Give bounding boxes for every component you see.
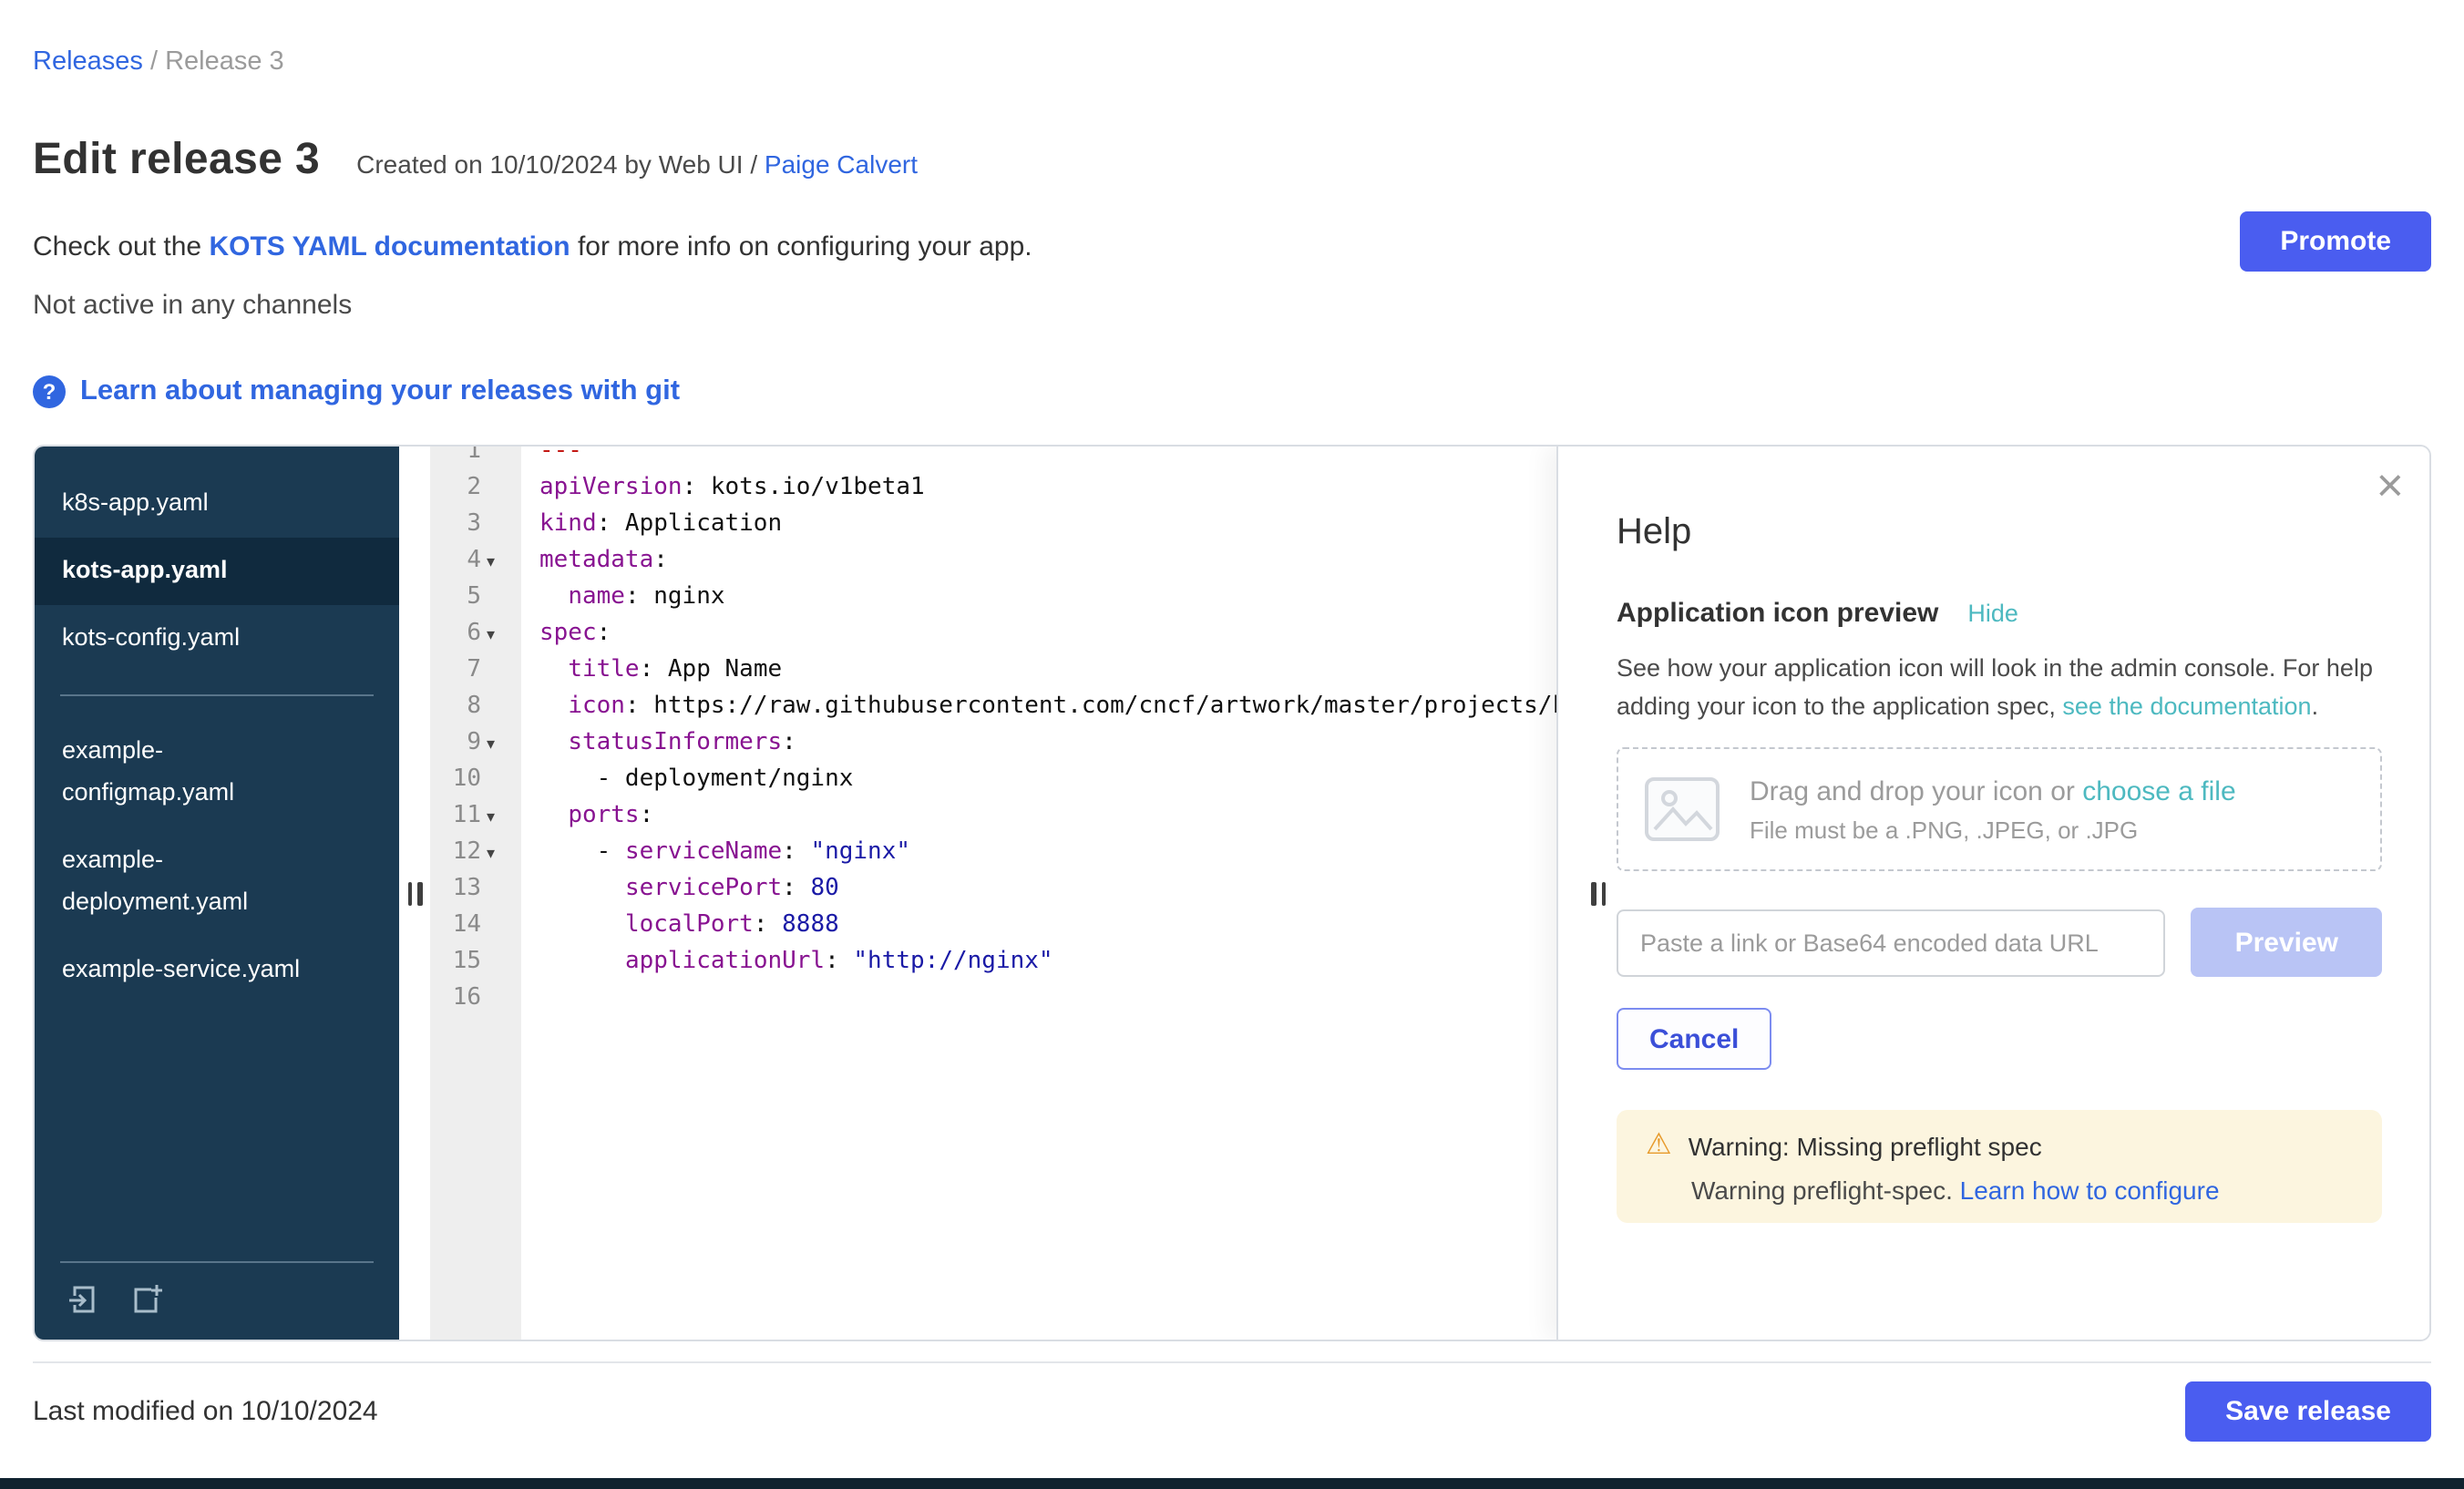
icon-url-input[interactable] — [1617, 909, 2166, 976]
file-tree-item[interactable]: example-configmap.yaml — [35, 718, 341, 827]
editor-gutter: 1234▾56▾789▾1011▾12▾13141516 — [430, 447, 521, 1340]
grip-bar — [407, 881, 412, 905]
code-line[interactable]: spec: — [539, 616, 1556, 652]
file-group-2: example-configmap.yamlexample-deployment… — [35, 718, 399, 1003]
breadcrumb-releases-link[interactable]: Releases — [33, 47, 143, 77]
import-file-icon[interactable] — [66, 1281, 102, 1318]
promote-button[interactable]: Promote — [2240, 211, 2431, 272]
file-tree-item[interactable]: kots-config.yaml — [35, 605, 341, 673]
breadcrumb: Releases / Release 3 — [33, 47, 2431, 77]
created-by-link[interactable]: Paige Calvert — [765, 149, 918, 179]
release-editor-panel: k8s-app.yamlkots-app.yamlkots-config.yam… — [33, 445, 2431, 1341]
file-group-divider — [60, 694, 374, 696]
footer: Last modified on 10/10/2024 Save release — [33, 1381, 2431, 1442]
channel-status: Not active in any channels — [33, 290, 2431, 321]
dropzone-text: Drag and drop your icon or choose a file… — [1750, 775, 2236, 843]
code-line[interactable]: title: App Name — [539, 652, 1556, 689]
git-help-row: ? Learn about managing your releases wit… — [33, 375, 2431, 408]
code-line[interactable]: kind: Application — [539, 507, 1556, 543]
file-tree-item[interactable]: example-deployment.yaml — [35, 827, 341, 936]
docs-prefix: Check out the — [33, 231, 201, 262]
grip-bar — [1591, 882, 1596, 906]
file-tree-footer — [35, 1261, 399, 1340]
git-help-link[interactable]: Learn about managing your releases with … — [80, 375, 680, 408]
icon-preview-description: See how your application icon will look … — [1617, 649, 2382, 725]
help-resize-handle[interactable] — [1591, 882, 1606, 906]
save-release-button[interactable]: Save release — [2185, 1381, 2431, 1442]
yaml-editor[interactable]: 1234▾56▾789▾1011▾12▾13141516 ---apiVersi… — [430, 447, 1556, 1340]
warning-detail: Warning preflight-spec. — [1691, 1176, 1953, 1205]
image-placeholder-icon — [1644, 776, 1720, 842]
description-period: . — [2312, 693, 2319, 720]
code-line[interactable]: statusInformers: — [539, 725, 1556, 762]
code-line[interactable]: apiVersion: kots.io/v1beta1 — [539, 470, 1556, 507]
code-line[interactable]: localPort: 8888 — [539, 908, 1556, 944]
file-tree-item[interactable]: k8s-app.yaml — [35, 470, 341, 538]
file-tree-item[interactable]: kots-app.yaml — [35, 538, 399, 605]
see-documentation-link[interactable]: see the documentation — [2062, 693, 2311, 720]
kots-yaml-docs-link[interactable]: KOTS YAML documentation — [209, 231, 570, 262]
file-tree-item[interactable]: example-service.yaml — [35, 936, 341, 1003]
preview-button[interactable]: Preview — [2192, 908, 2382, 977]
warning-triangle-icon: ⚠ — [1646, 1132, 1672, 1161]
code-line[interactable]: icon: https://raw.githubusercontent.com/… — [539, 689, 1556, 725]
close-icon[interactable]: × — [2377, 461, 2404, 508]
code-line[interactable]: ports: — [539, 798, 1556, 835]
configure-preflight-link[interactable]: Learn how to configure — [1960, 1176, 2220, 1205]
warning-title: Warning: Missing preflight spec — [1689, 1132, 2042, 1161]
question-circle-icon: ? — [33, 375, 66, 408]
code-line[interactable]: - deployment/nginx — [539, 762, 1556, 798]
code-line[interactable] — [539, 981, 1556, 1017]
code-line[interactable]: --- — [539, 447, 1556, 470]
code-line[interactable]: servicePort: 80 — [539, 871, 1556, 908]
bottom-strip — [0, 1478, 2464, 1489]
file-group-1: k8s-app.yamlkots-app.yamlkots-config.yam… — [35, 470, 399, 673]
warning-banner: ⚠ Warning: Missing preflight spec Warnin… — [1617, 1110, 2382, 1223]
help-panel: × Help Application icon preview Hide See… — [1556, 447, 2429, 1340]
icon-url-row: Preview — [1617, 908, 2382, 977]
breadcrumb-current: / Release 3 — [150, 47, 284, 77]
icon-preview-header: Application icon preview Hide — [1617, 598, 2382, 629]
cancel-button[interactable]: Cancel — [1617, 1008, 1771, 1070]
code-line[interactable]: applicationUrl: "http://nginx" — [539, 944, 1556, 981]
file-type-hint: File must be a .PNG, .JPEG, or .JPG — [1750, 816, 2236, 843]
title-row: Edit release 3 Created on 10/10/2024 by … — [33, 135, 2431, 186]
last-modified: Last modified on 10/10/2024 — [33, 1396, 378, 1427]
code-line[interactable]: metadata: — [539, 543, 1556, 580]
page: Releases / Release 3 Edit release 3 Crea… — [0, 0, 2464, 1489]
file-tree-sidebar: k8s-app.yamlkots-app.yamlkots-config.yam… — [35, 447, 399, 1340]
editor-code[interactable]: ---apiVersion: kots.io/v1beta1kind: Appl… — [521, 447, 1556, 1340]
hide-link[interactable]: Hide — [1967, 600, 2018, 627]
icon-dropzone[interactable]: Drag and drop your icon or choose a file… — [1617, 747, 2382, 871]
created-info: Created on 10/10/2024 by Web UI / Paige … — [356, 149, 918, 179]
choose-file-link[interactable]: choose a file — [2082, 775, 2235, 806]
docs-suffix: for more info on configuring your app. — [578, 231, 1032, 262]
code-line[interactable]: name: nginx — [539, 580, 1556, 616]
sidebar-resize-handle[interactable] — [399, 447, 430, 1340]
new-file-icon[interactable] — [128, 1281, 164, 1318]
grip-bar — [417, 881, 422, 905]
icon-preview-title: Application icon preview — [1617, 598, 1938, 629]
drop-instruction: Drag and drop your icon or — [1750, 775, 2075, 806]
page-title: Edit release 3 — [33, 135, 320, 186]
footer-divider — [33, 1361, 2431, 1363]
created-text: Created on 10/10/2024 by Web UI / — [356, 149, 757, 179]
code-line[interactable]: - serviceName: "nginx" — [539, 835, 1556, 871]
help-title: Help — [1617, 512, 2382, 554]
grip-bar — [1601, 882, 1606, 906]
docs-line: Check out the KOTS YAML documentation fo… — [33, 231, 2431, 262]
